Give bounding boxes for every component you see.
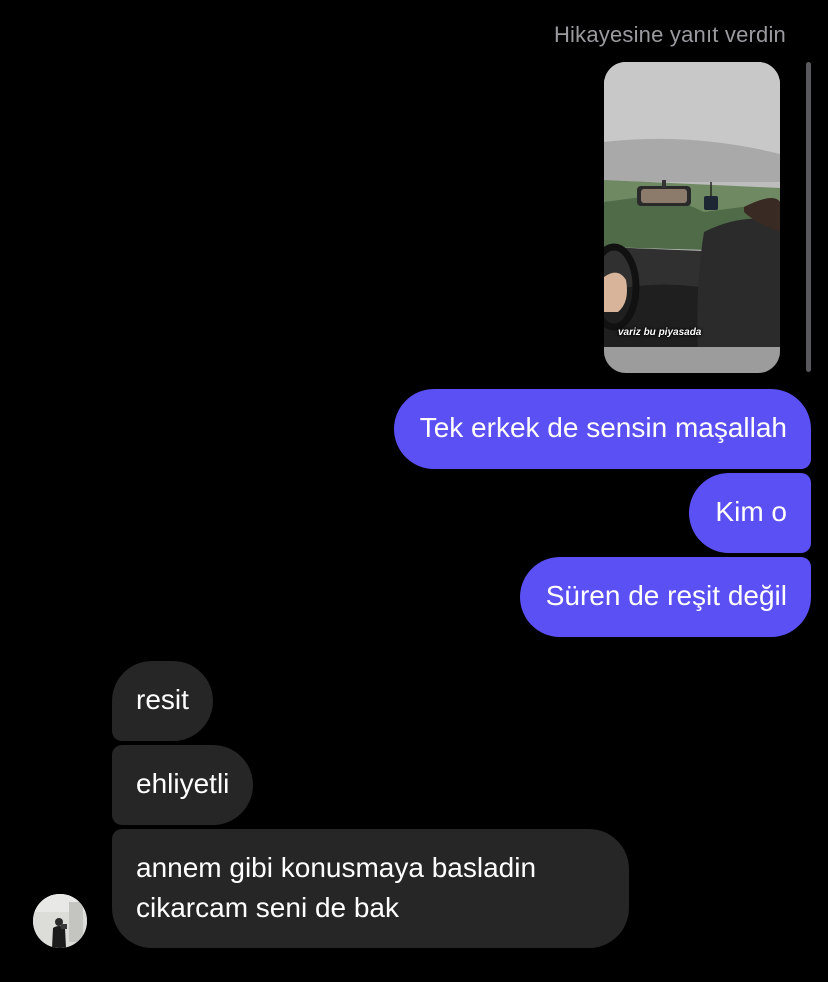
message-line: annem gibi konusmaya basladin bbox=[136, 852, 537, 883]
outgoing-message[interactable]: Kim o bbox=[689, 473, 811, 553]
story-caption: variz bu piyasada bbox=[618, 327, 702, 338]
scroll-indicator bbox=[806, 62, 811, 372]
incoming-message[interactable]: annem gibi konusmaya basladin cikarcam s… bbox=[112, 829, 629, 948]
outgoing-message[interactable]: Tek erkek de sensin maşallah bbox=[393, 389, 811, 469]
avatar-image bbox=[33, 894, 87, 948]
story-reply-label: Hikayesine yanıt verdin bbox=[553, 22, 786, 47]
incoming-message[interactable]: ehliyetli bbox=[112, 745, 254, 825]
avatar[interactable] bbox=[33, 894, 87, 948]
outgoing-message[interactable]: Süren de reşit değil bbox=[519, 557, 811, 637]
incoming-message[interactable]: resit bbox=[112, 661, 213, 741]
message-line: cikarcam seni de bak bbox=[136, 892, 400, 923]
story-thumbnail[interactable]: variz bu piyasada bbox=[604, 62, 780, 373]
